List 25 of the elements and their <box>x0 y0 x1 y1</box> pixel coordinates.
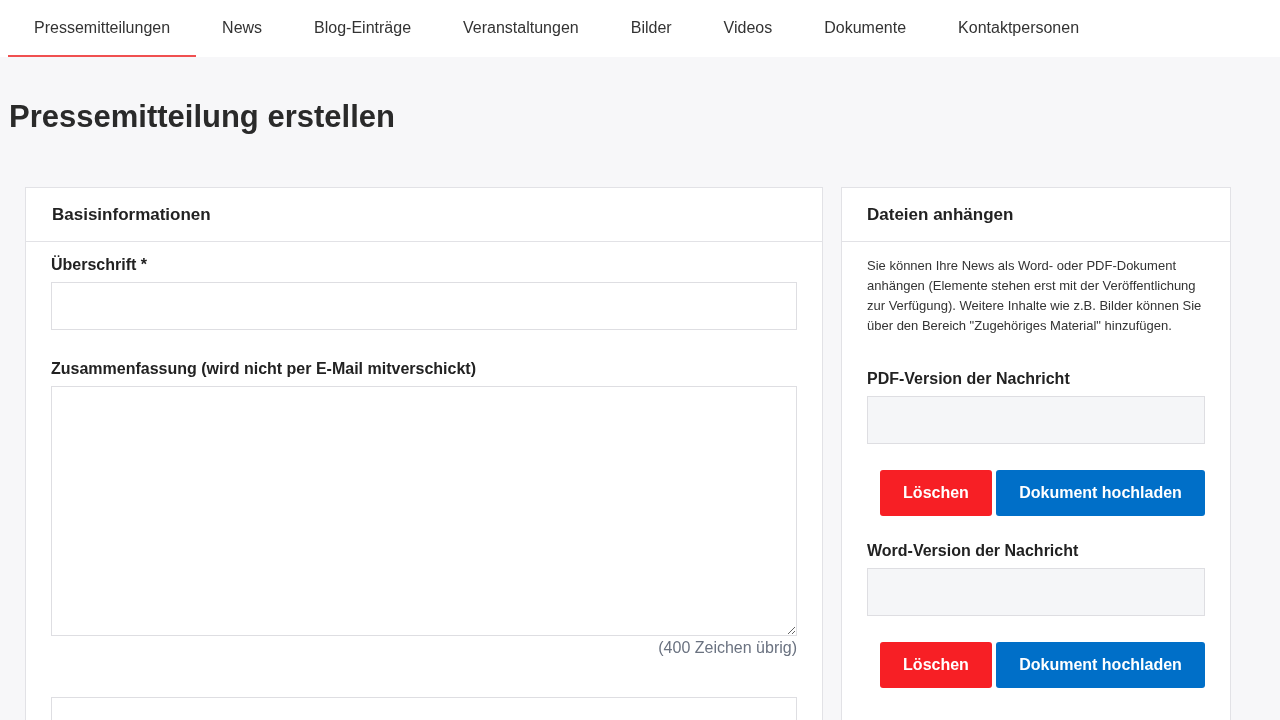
field-label: Überschrift * <box>51 256 149 274</box>
page-title: Pressemitteilung erstellen <box>9 99 396 136</box>
card-title: Dateien anhängen <box>867 204 1014 225</box>
nav-tab[interactable]: Dokumente <box>798 0 933 57</box>
upload-button[interactable]: Dokument hochladen <box>996 642 1205 688</box>
delete-button[interactable]: Löschen <box>880 470 992 516</box>
delete-button[interactable]: Löschen <box>880 642 992 688</box>
nav-tab[interactable]: Veranstaltungen <box>437 0 605 57</box>
file-field[interactable] <box>867 396 1205 444</box>
file-field[interactable] <box>867 568 1205 616</box>
nav-tab[interactable]: News <box>196 0 289 57</box>
headline-input[interactable] <box>51 282 797 330</box>
character-counter: (400 Zeichen übrig) <box>657 639 797 657</box>
upload-button[interactable]: Dokument hochladen <box>996 470 1205 516</box>
nav-tab[interactable]: Videos <box>697 0 799 57</box>
summary-textarea[interactable] <box>51 386 797 636</box>
nav-tab[interactable]: Pressemitteilungen <box>8 0 197 57</box>
card-title: Basisinformationen <box>52 204 211 225</box>
nav-tab[interactable]: Blog-Einträge <box>288 0 438 57</box>
description-text: Sie können Ihre News als Word- oder PDF-Dokument anhängen (Elemente stehen erst mit der Veröffentlichung zur Verfügung). Weitere Inhalte wie z.B. Bilder können Sie über den Bereich "Zugehöriges Material" hinzufügen. <box>867 257 1203 335</box>
field-label: Zusammenfassung (wird nicht per E-Mail mitverschickt) <box>51 360 477 378</box>
nav-tab[interactable]: Bilder <box>604 0 698 57</box>
nav-tab[interactable]: Kontaktpersonen <box>932 0 1106 57</box>
field-label: PDF-Version der Nachricht <box>867 370 1071 388</box>
field-label: Word-Version der Nachricht <box>867 542 1080 560</box>
